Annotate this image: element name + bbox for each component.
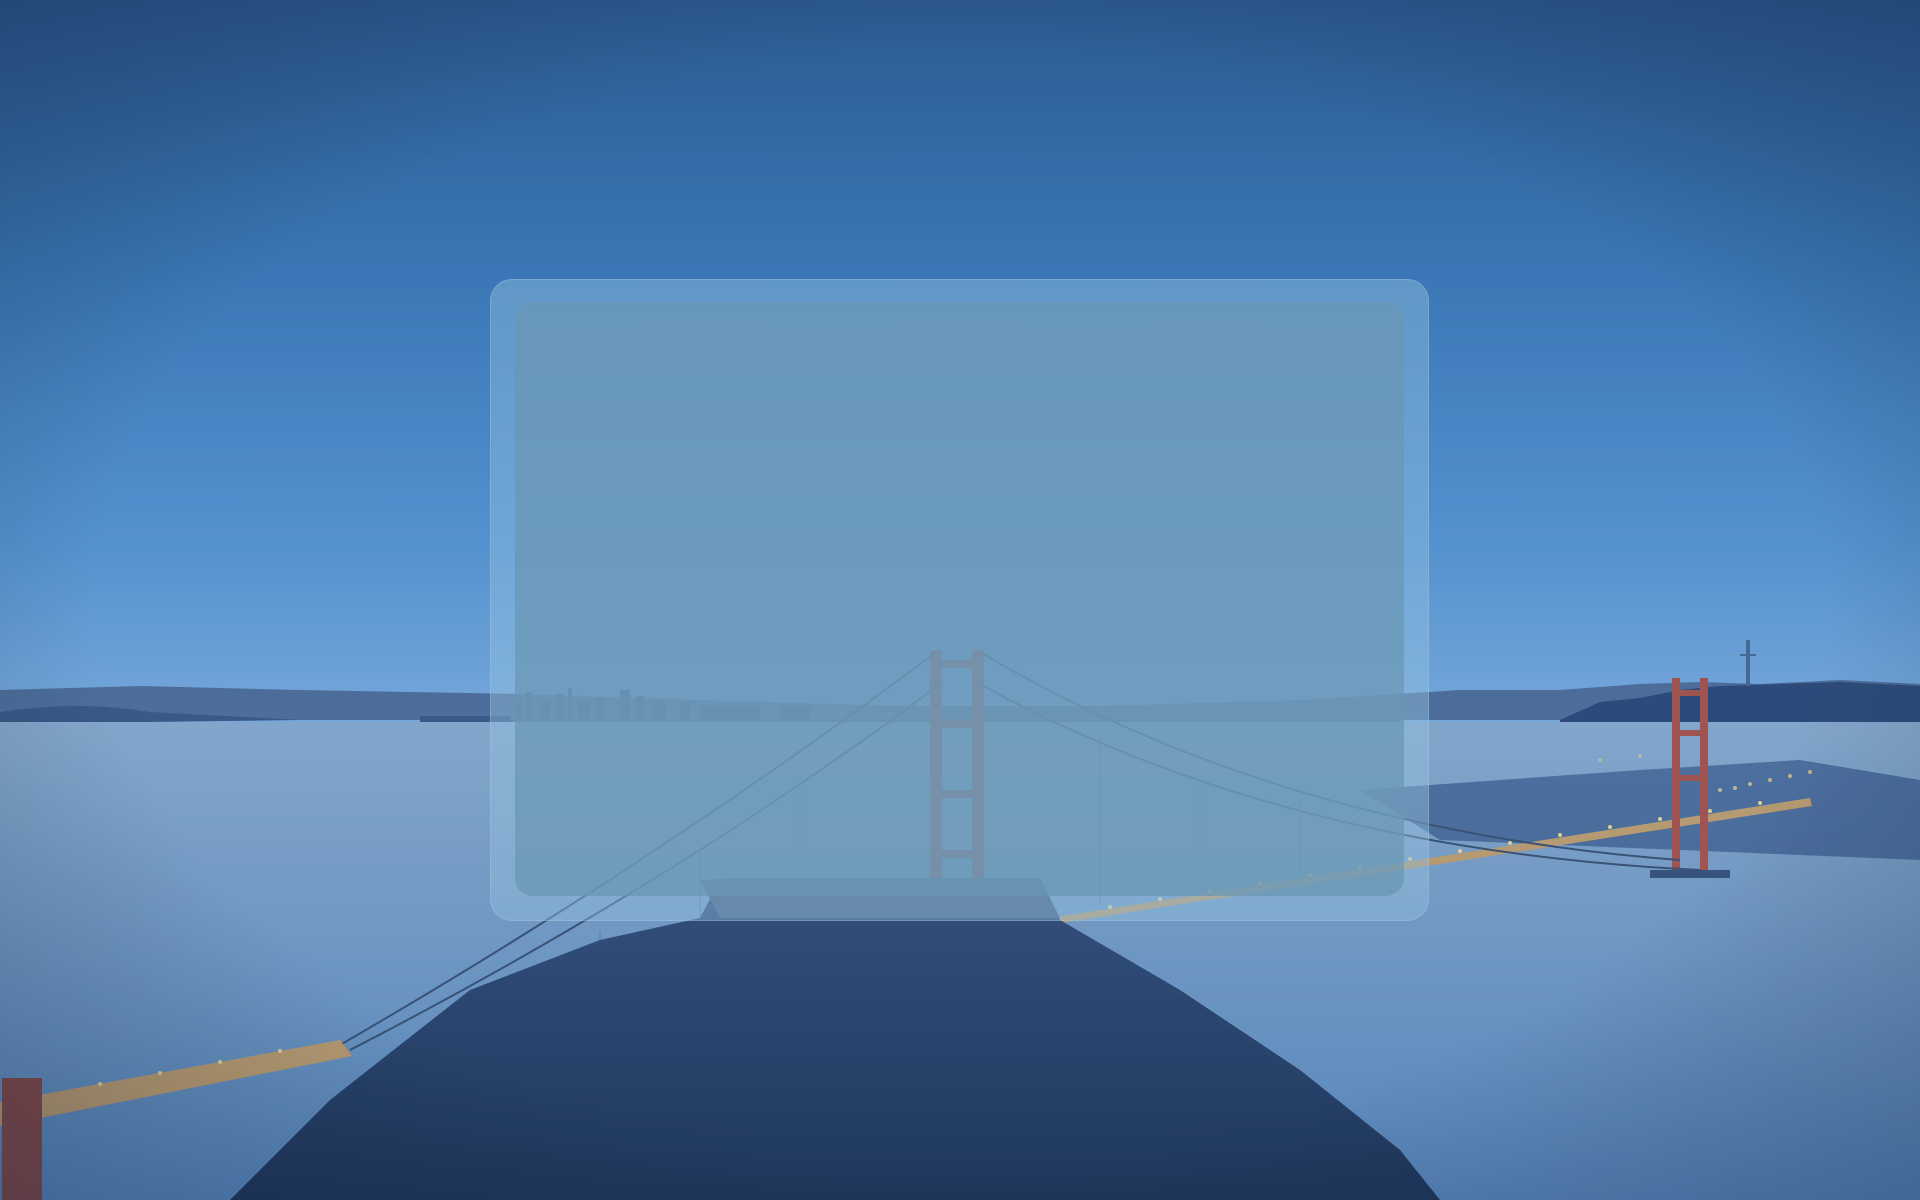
dialog-content-area — [515, 302, 1404, 896]
dialog-window[interactable] — [490, 279, 1429, 921]
desktop — [0, 0, 1920, 1200]
